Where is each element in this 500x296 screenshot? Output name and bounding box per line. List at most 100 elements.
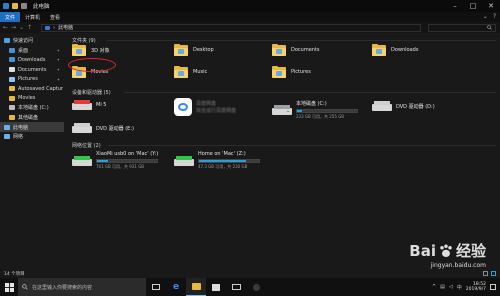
network-status-icon[interactable]: ▤ xyxy=(440,284,445,290)
tab-computer[interactable]: 计算机 xyxy=(20,12,45,22)
drive-c[interactable]: 本地磁盘 (C:) 233 GB 可用，共 255 GB xyxy=(272,100,358,120)
folder-name: Pictures xyxy=(291,69,311,75)
sidebar-item[interactable]: Downloads ✦ xyxy=(0,55,64,65)
group-header-network[interactable]: 网络位置 (2) xyxy=(72,142,101,149)
folder-item[interactable]: 3D 对象 xyxy=(72,44,110,56)
device-name: 百度网盘 xyxy=(196,101,217,107)
network-drive-y[interactable]: XiaoMi usb0 on 'Mac' (Y:) 761 GB 可用，共 93… xyxy=(72,151,158,170)
drive-dvd-e[interactable]: DVD 驱动器 (E:) xyxy=(72,122,134,134)
device-name: Mi 5 xyxy=(96,102,107,108)
watermark-brand-suffix: 经验 xyxy=(455,242,486,260)
group-header-devices[interactable]: 设备和驱动器 (5) xyxy=(72,89,111,96)
search-input[interactable] xyxy=(428,23,496,32)
start-button[interactable] xyxy=(0,278,18,296)
notification-icon[interactable] xyxy=(490,284,496,290)
task-view-icon xyxy=(152,284,160,290)
tab-view[interactable]: 查看 xyxy=(45,12,65,22)
sidebar-item[interactable]: 桌面 ✦ xyxy=(0,46,64,56)
hard-drive-icon xyxy=(272,104,292,116)
search-icon xyxy=(487,25,492,30)
large-icons-view-icon[interactable] xyxy=(491,271,496,276)
close-icon[interactable]: ✕ xyxy=(482,0,500,12)
drive-dvd-d[interactable]: DVD 驱动器 (D:) xyxy=(372,100,435,112)
tab-file[interactable]: 文件 xyxy=(0,12,21,22)
maximize-icon[interactable]: □ xyxy=(464,0,482,12)
folder-name: Documents xyxy=(291,47,320,53)
details-view-icon[interactable] xyxy=(483,271,488,276)
volume-icon[interactable]: ◁ xyxy=(449,284,453,290)
sidebar-item[interactable]: 本地磁盘 (C:) xyxy=(0,103,64,113)
divider xyxy=(106,40,496,41)
drive-usage-fill xyxy=(97,160,108,162)
sidebar-item-label: Movies xyxy=(18,95,36,102)
item-count: 14 个项目 xyxy=(4,272,25,277)
address-input[interactable]: › 此电脑 xyxy=(41,23,422,32)
mail-icon xyxy=(231,284,241,290)
navigation-pane: 快速访问 桌面 ✦ Downloads ✦ Documents ✦ Pictures ✦ Auto… xyxy=(0,36,64,270)
drive-icon xyxy=(9,105,15,111)
sidebar-item[interactable]: 网络 xyxy=(0,132,64,142)
network-drive-z[interactable]: Home on 'Mac' (Z:) 47.3 GB 可用，共 230 GB xyxy=(174,151,260,170)
folder-item[interactable]: Desktop xyxy=(174,44,214,56)
window-title: 此电脑 xyxy=(33,4,50,10)
drive-usage-bar xyxy=(96,159,158,163)
device-mi5[interactable]: Mi 5 xyxy=(72,99,106,111)
mail-button[interactable] xyxy=(226,278,246,296)
group-header-folders[interactable]: 文件夹 (9) xyxy=(72,37,96,44)
chevron-down-icon[interactable]: ⌄ xyxy=(483,14,488,20)
chevron-down-icon[interactable]: ⌄ xyxy=(19,24,24,31)
drive-usage-bar xyxy=(198,159,260,163)
watermark-url: jingyan.baidu.com xyxy=(430,262,486,269)
folder-name: Desktop xyxy=(193,47,214,53)
ime-icon[interactable]: 中 xyxy=(457,284,462,291)
baidu-netdisk-icon xyxy=(174,98,192,116)
search-icon xyxy=(22,284,28,290)
star-icon xyxy=(4,38,10,44)
folder-item[interactable]: Documents xyxy=(272,44,320,56)
edge-button[interactable]: e xyxy=(166,278,186,296)
taskbar-search-input[interactable]: 在这里输入你要搜索的内容 xyxy=(18,278,146,296)
drive-usage-fill xyxy=(199,160,247,162)
chevron-up-icon[interactable]: ^ xyxy=(432,284,436,290)
breadcrumb[interactable]: 此电脑 xyxy=(58,24,73,31)
phone-device-icon xyxy=(72,99,92,111)
network-drive-icon xyxy=(72,155,92,167)
forward-arrow-icon[interactable]: → xyxy=(11,24,16,31)
clock[interactable]: 18:52 2019/9/7 xyxy=(466,282,486,293)
folder-icon xyxy=(9,86,15,92)
sidebar-item[interactable]: Pictures ✦ xyxy=(0,74,64,84)
sidebar-item-label: Downloads xyxy=(18,56,46,63)
media-button[interactable] xyxy=(246,278,266,296)
file-explorer-button[interactable] xyxy=(186,278,206,296)
help-icon[interactable]: ? xyxy=(493,14,496,20)
sidebar-item[interactable]: Autosaved Captur xyxy=(0,84,64,94)
back-arrow-icon[interactable]: ← xyxy=(3,24,8,31)
drive-name: Home on 'Mac' (Z:) xyxy=(198,151,246,157)
sidebar-item[interactable]: 快速访问 xyxy=(0,36,64,46)
device-baidu-cloud[interactable]: 百度网盘 双击运行百度网盘 xyxy=(174,98,236,116)
sidebar-item[interactable]: 此电脑 xyxy=(0,122,64,132)
sidebar-item-label: Autosaved Captur xyxy=(18,85,63,92)
quick-access-dropdown-icon[interactable] xyxy=(21,3,27,9)
folder-item[interactable]: Music xyxy=(174,66,207,78)
pin-icon: ✦ xyxy=(56,47,60,53)
paw-icon xyxy=(440,243,452,257)
folder-item[interactable]: Pictures xyxy=(272,66,311,78)
up-arrow-icon[interactable]: ↑ xyxy=(27,24,32,31)
store-button[interactable] xyxy=(206,278,226,296)
folder-icon xyxy=(9,115,15,121)
sidebar-item[interactable]: Movies xyxy=(0,94,64,104)
watermark-brand: Bai xyxy=(409,241,436,260)
folder-icon xyxy=(272,44,286,56)
sidebar-item-label: Documents xyxy=(18,66,47,73)
folder-icon[interactable] xyxy=(12,3,18,9)
sidebar-item-label: Pictures xyxy=(18,76,38,83)
drive-name: DVD 驱动器 (E:) xyxy=(96,125,134,132)
sidebar-item[interactable]: Documents ✦ xyxy=(0,65,64,75)
sidebar-item[interactable]: 其他磁盘 xyxy=(0,113,64,123)
system-tray: ^ ▤ ◁ 中 18:52 2019/9/7 xyxy=(432,278,500,296)
folder-item[interactable]: Downloads xyxy=(372,44,418,56)
folder-name: 3D 对象 xyxy=(91,47,110,54)
task-view-button[interactable] xyxy=(146,278,166,296)
minimize-icon[interactable]: – xyxy=(446,0,464,12)
